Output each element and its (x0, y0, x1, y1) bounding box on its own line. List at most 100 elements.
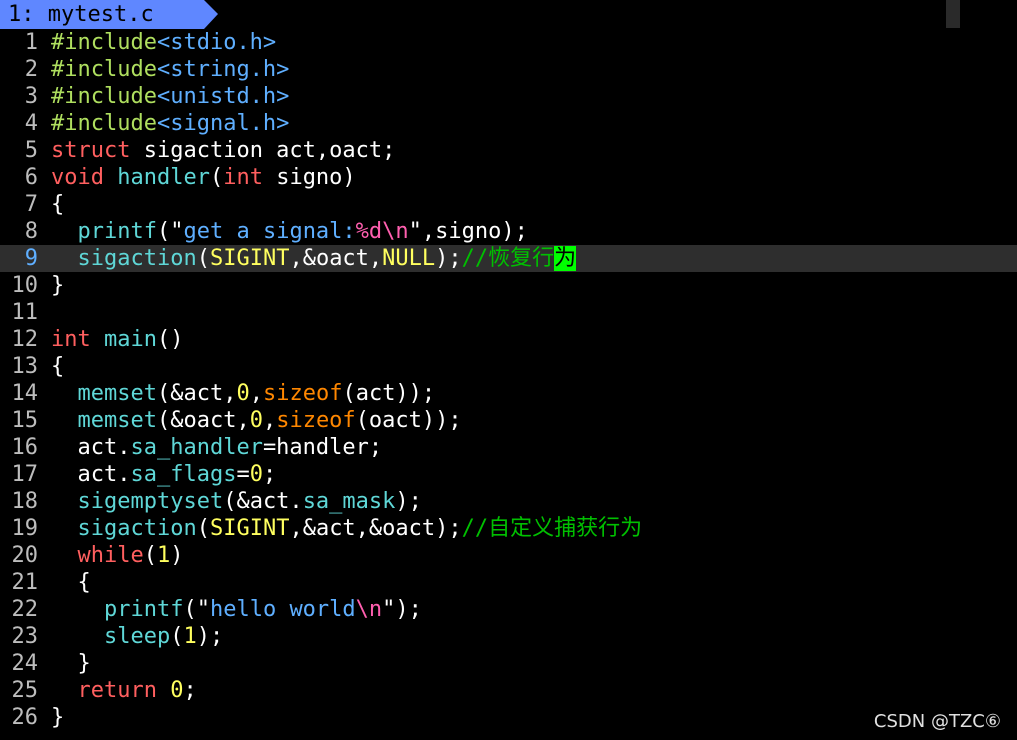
line-number: 14 (11, 381, 39, 406)
code-token: ; (183, 678, 197, 703)
code-token: 0 (249, 462, 263, 487)
code-text: { (51, 569, 90, 596)
code-token: #include (51, 111, 157, 136)
code-line[interactable]: 14 memset(&act,0,sizeof(act)); (0, 380, 1017, 407)
scrollbar-thumb[interactable] (946, 0, 960, 28)
code-token: sa_mask (302, 489, 396, 514)
code-token: (&act, (156, 381, 237, 406)
line-number: 17 (11, 462, 39, 487)
code-text: { (51, 353, 64, 380)
code-token: <stdio.h> (156, 30, 277, 55)
code-token: (" (156, 219, 184, 244)
line-number: 3 (24, 84, 38, 109)
code-text: return 0; (51, 677, 197, 704)
code-line[interactable]: 13 { (0, 353, 1017, 380)
code-token: handler (117, 165, 210, 190)
code-line[interactable]: 9 sigaction(SIGINT,&oact,NULL);//恢复行为 (0, 245, 1017, 272)
line-number: 20 (11, 543, 39, 568)
code-token: int (223, 165, 263, 190)
code-text: sleep(1); (51, 623, 223, 650)
code-token: #include (51, 30, 157, 55)
code-line[interactable]: 2 #include<string.h> (0, 56, 1017, 83)
code-token: (act)); (342, 381, 436, 406)
code-line[interactable]: 23 sleep(1); (0, 623, 1017, 650)
code-editor[interactable]: 1 #include<stdio.h> 2 #include<string.h> 3 #i… (0, 29, 1017, 731)
code-line[interactable]: 21 { (0, 569, 1017, 596)
code-token: =handler; (262, 435, 383, 460)
code-token: ,&act,&oact); (289, 516, 462, 541)
code-token: sigemptyset (77, 489, 224, 514)
code-text: sigaction(SIGINT,&oact,NULL);//恢复行为 (51, 245, 577, 272)
line-number: 23 (11, 624, 39, 649)
code-line[interactable]: 3 #include<unistd.h> (0, 83, 1017, 110)
code-line[interactable]: 18 sigemptyset(&act.sa_mask); (0, 488, 1017, 515)
code-line[interactable]: 15 memset(&oact,0,sizeof(oact)); (0, 407, 1017, 434)
code-line[interactable]: 26} (0, 704, 1017, 731)
code-token: int (51, 327, 91, 352)
code-token: ; (262, 462, 277, 487)
code-line[interactable]: 24 } (0, 650, 1017, 677)
code-token: (&oact, (156, 408, 250, 433)
code-line[interactable]: 10} (0, 272, 1017, 299)
code-line[interactable]: 6 void handler(int signo) (0, 164, 1017, 191)
code-text: act.sa_flags=0; (51, 461, 276, 488)
code-token: ( (209, 165, 224, 190)
code-text: printf("hello world\n"); (51, 596, 422, 623)
code-line[interactable]: 25 return 0; (0, 677, 1017, 704)
line-number: 6 (24, 165, 38, 190)
code-token: sizeof (262, 381, 343, 406)
line-number: 25 (11, 678, 39, 703)
line-number: 8 (24, 219, 38, 244)
code-token: <string.h> (156, 57, 290, 82)
code-token: , (262, 408, 277, 433)
code-token: ); (395, 489, 422, 514)
buffer-tab[interactable]: 1: mytest.c (0, 0, 218, 29)
line-number: 19 (11, 516, 39, 541)
code-line[interactable]: 12 int main() (0, 326, 1017, 353)
code-token: NULL (382, 246, 436, 271)
line-number: 11 (11, 300, 39, 325)
code-line[interactable]: 16 act.sa_handler=handler; (0, 434, 1017, 461)
line-number: 15 (11, 408, 39, 433)
code-line[interactable]: 4 #include<signal.h> (0, 110, 1017, 137)
code-token: //恢复行 (461, 246, 555, 271)
code-token: sleep (103, 624, 171, 649)
code-text: memset(&act,0,sizeof(act)); (51, 380, 436, 407)
code-token: \n (355, 597, 383, 622)
code-line[interactable]: 1 #include<stdio.h> (0, 29, 1017, 56)
code-line[interactable]: 17 act.sa_flags=0; (0, 461, 1017, 488)
line-number: 4 (24, 111, 38, 136)
line-number: 26 (11, 705, 39, 730)
code-line[interactable]: 19 sigaction(SIGINT,&act,&oact);//自定义捕获行… (0, 515, 1017, 542)
code-token: sigaction (77, 246, 197, 271)
code-line[interactable]: 7{ (0, 191, 1017, 218)
code-token: sa_flags (130, 462, 237, 487)
code-token: <signal.h> (156, 111, 290, 136)
code-token: 0 (170, 678, 184, 703)
code-line[interactable]: 11 (0, 299, 1017, 326)
code-line[interactable]: 20 while(1) (0, 542, 1017, 569)
tabline: 1: mytest.c (0, 0, 1017, 29)
code-line[interactable]: 22 printf("hello world\n"); (0, 596, 1017, 623)
code-token: () (156, 327, 184, 352)
code-line[interactable]: 5 struct sigaction act,oact; (0, 137, 1017, 164)
code-line[interactable]: 8 printf("get a signal:%d\n",signo); (0, 218, 1017, 245)
code-text: int main() (51, 326, 183, 353)
code-token: get a signal: (183, 219, 356, 244)
line-number: 13 (11, 354, 39, 379)
line-number: 21 (11, 570, 39, 595)
line-number: 9 (24, 246, 38, 271)
code-token: <unistd.h> (156, 84, 290, 109)
code-token: (&act. (223, 489, 303, 514)
code-token: { (51, 354, 65, 379)
code-token: = (236, 462, 250, 487)
code-token: SIGINT (209, 246, 290, 271)
code-token: sizeof (276, 408, 356, 433)
code-text: sigaction(SIGINT,&act,&oact);//自定义捕获行为 (51, 515, 643, 542)
code-token: //自定义捕获行为 (461, 516, 643, 541)
